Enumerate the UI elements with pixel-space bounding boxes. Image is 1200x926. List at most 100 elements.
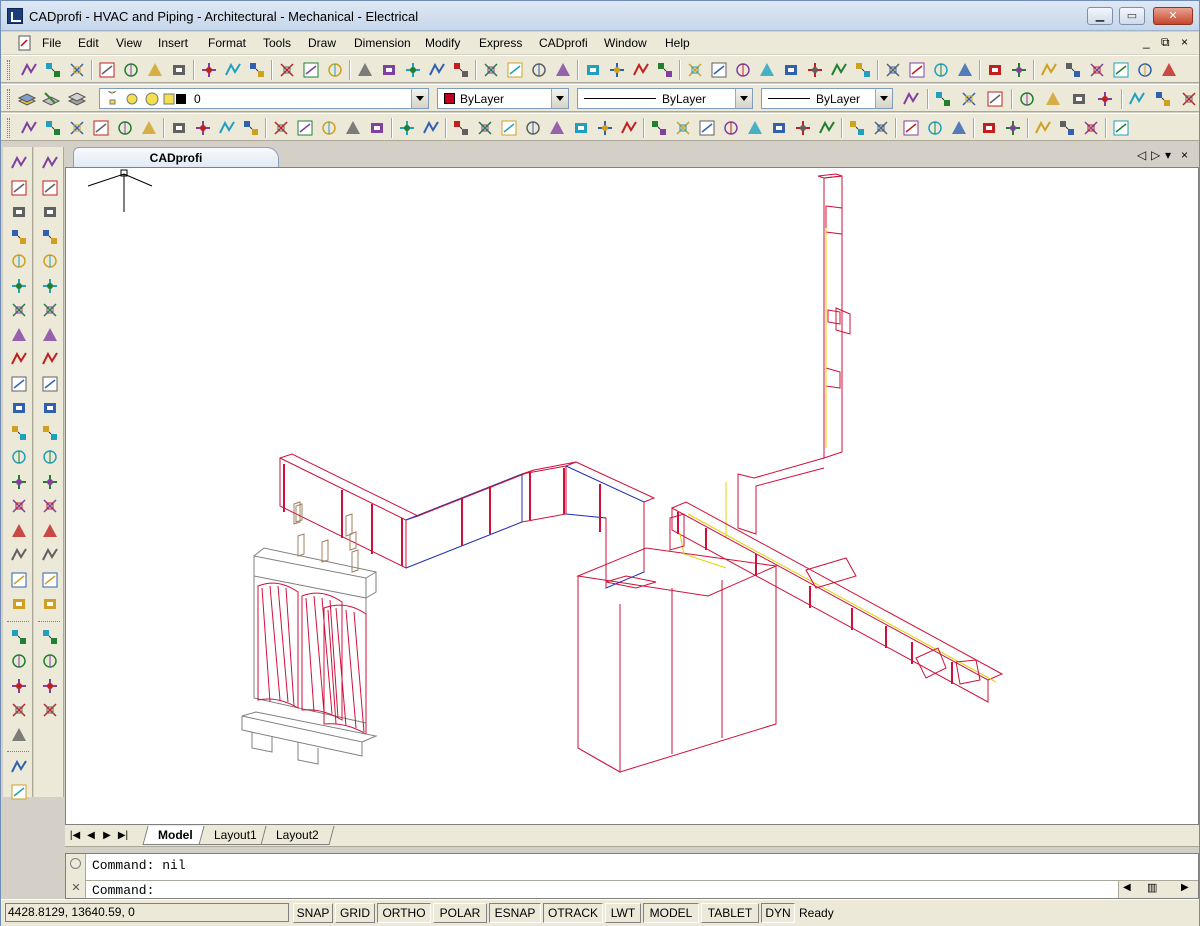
make-layer-current-icon[interactable] (41, 89, 61, 109)
menu-file[interactable]: File (42, 36, 61, 50)
standard-tool-1-icon[interactable] (19, 60, 39, 80)
cadprofi-tool-33-icon[interactable] (817, 118, 837, 138)
drawing-canvas[interactable] (65, 167, 1199, 825)
modify-tool-6-icon[interactable] (40, 276, 60, 296)
toolbar-grip[interactable] (7, 89, 10, 109)
menu-tools[interactable]: Tools (263, 36, 291, 50)
next-layout-button[interactable]: ▶ (101, 828, 113, 844)
maximize-button[interactable]: ▭ (1119, 7, 1145, 25)
modify-tool-17-icon[interactable] (40, 545, 60, 565)
modify-tool-9-icon[interactable] (40, 349, 60, 369)
linetype-select[interactable]: ByLayer (577, 88, 753, 109)
props-extra-tool-6-icon[interactable] (1043, 89, 1063, 109)
draw-tool-2-icon[interactable] (9, 178, 29, 198)
standard-tool-45-icon[interactable] (1135, 60, 1155, 80)
draw-tool-23-icon[interactable] (9, 700, 29, 720)
standard-tool-22-icon[interactable] (553, 60, 573, 80)
modify-tool-8-icon[interactable] (40, 325, 60, 345)
modify-tool-3-icon[interactable] (40, 202, 60, 222)
standard-tool-23-icon[interactable] (583, 60, 603, 80)
standard-tool-4-icon[interactable] (97, 60, 117, 80)
standard-tool-21-icon[interactable] (529, 60, 549, 80)
draw-tool-6-icon[interactable] (9, 276, 29, 296)
cadprofi-tool-38-icon[interactable] (949, 118, 969, 138)
polar-toggle[interactable]: POLAR (433, 903, 487, 923)
grid-toggle[interactable]: GRID (335, 903, 375, 923)
standard-tool-5-icon[interactable] (121, 60, 141, 80)
cadprofi-tool-24-icon[interactable] (595, 118, 615, 138)
cadprofi-tool-5-icon[interactable] (115, 118, 135, 138)
menu-modify[interactable]: Modify (425, 36, 460, 50)
cadprofi-tool-29-icon[interactable] (721, 118, 741, 138)
standard-tool-35-icon[interactable] (883, 60, 903, 80)
draw-tool-11-icon[interactable] (9, 398, 29, 418)
standard-tool-28-icon[interactable] (709, 60, 729, 80)
close-button[interactable]: ✕ (1153, 7, 1193, 25)
tab-layout2[interactable]: Layout2 (260, 826, 335, 845)
standard-tool-20-icon[interactable] (505, 60, 525, 80)
modify-tool-1-icon[interactable] (40, 153, 60, 173)
cadprofi-tool-26-icon[interactable] (649, 118, 669, 138)
lwt-toggle[interactable]: LWT (605, 903, 641, 923)
modify-tool-22-icon[interactable] (40, 676, 60, 696)
modify-tool-18-icon[interactable] (40, 570, 60, 590)
cadprofi-tool-17-icon[interactable] (421, 118, 441, 138)
standard-tool-17-icon[interactable] (427, 60, 447, 80)
modify-tool-11-icon[interactable] (40, 398, 60, 418)
draw-tool-10-icon[interactable] (9, 374, 29, 394)
layer-dropdown-arrow[interactable] (411, 89, 428, 108)
cadprofi-tool-14-icon[interactable] (343, 118, 363, 138)
standard-tool-38-icon[interactable] (955, 60, 975, 80)
standard-tool-26-icon[interactable] (655, 60, 675, 80)
cadprofi-tool-19-icon[interactable] (475, 118, 495, 138)
standard-tool-40-icon[interactable] (1009, 60, 1029, 80)
cadprofi-tool-10-icon[interactable] (241, 118, 261, 138)
linetype-dropdown-arrow[interactable] (735, 89, 752, 108)
doc-restore-button[interactable]: ⧉ (1161, 35, 1170, 50)
toolbar-grip[interactable] (7, 60, 10, 80)
coordinate-readout[interactable]: 4428.8129, 13640.59, 0 (5, 903, 289, 922)
cadprofi-tool-7-icon[interactable] (169, 118, 189, 138)
modify-tool-14-icon[interactable] (40, 472, 60, 492)
draw-tool-15-icon[interactable] (9, 496, 29, 516)
cadprofi-tool-2-icon[interactable] (43, 118, 63, 138)
tablet-toggle[interactable]: TABLET (701, 903, 759, 923)
menu-window[interactable]: Window (604, 36, 647, 50)
draw-tool-17-icon[interactable] (9, 545, 29, 565)
draw-tool-9-icon[interactable] (9, 349, 29, 369)
cadprofi-tool-40-icon[interactable] (1003, 118, 1023, 138)
dyn-toggle[interactable]: DYN (761, 903, 795, 923)
cadprofi-tool-11-icon[interactable] (271, 118, 291, 138)
menu-express[interactable]: Express (479, 36, 522, 50)
standard-tool-44-icon[interactable] (1111, 60, 1131, 80)
standard-tool-41-icon[interactable] (1039, 60, 1059, 80)
cadprofi-tool-42-icon[interactable] (1057, 118, 1077, 138)
draw-tool-13-icon[interactable] (9, 447, 29, 467)
props-extra-tool-2-icon[interactable] (933, 89, 953, 109)
modify-tool-2-icon[interactable] (40, 178, 60, 198)
draw-tool-26-icon[interactable] (9, 782, 29, 802)
standard-tool-15-icon[interactable] (379, 60, 399, 80)
draw-tool-12-icon[interactable] (9, 423, 29, 443)
otrack-toggle[interactable]: OTRACK (543, 903, 603, 923)
cadprofi-tool-30-icon[interactable] (745, 118, 765, 138)
standard-tool-37-icon[interactable] (931, 60, 951, 80)
standard-tool-36-icon[interactable] (907, 60, 927, 80)
doc-close-button[interactable]: × (1181, 35, 1188, 49)
menu-edit[interactable]: Edit (78, 36, 99, 50)
menu-view[interactable]: View (116, 36, 142, 50)
minimize-button[interactable]: ▁ (1087, 7, 1113, 25)
standard-tool-32-icon[interactable] (805, 60, 825, 80)
standard-tool-24-icon[interactable] (607, 60, 627, 80)
command-input[interactable]: Command: (92, 883, 154, 898)
draw-tool-19-icon[interactable] (9, 594, 29, 614)
last-layout-button[interactable]: ▶| (117, 828, 129, 844)
standard-tool-34-icon[interactable] (853, 60, 873, 80)
standard-tool-42-icon[interactable] (1063, 60, 1083, 80)
standard-tool-43-icon[interactable] (1087, 60, 1107, 80)
first-layout-button[interactable]: |◀ (69, 828, 81, 844)
modify-tool-20-icon[interactable] (40, 627, 60, 647)
modify-tool-19-icon[interactable] (40, 594, 60, 614)
cadprofi-tool-28-icon[interactable] (697, 118, 717, 138)
app-logo-icon[interactable] (7, 8, 23, 24)
